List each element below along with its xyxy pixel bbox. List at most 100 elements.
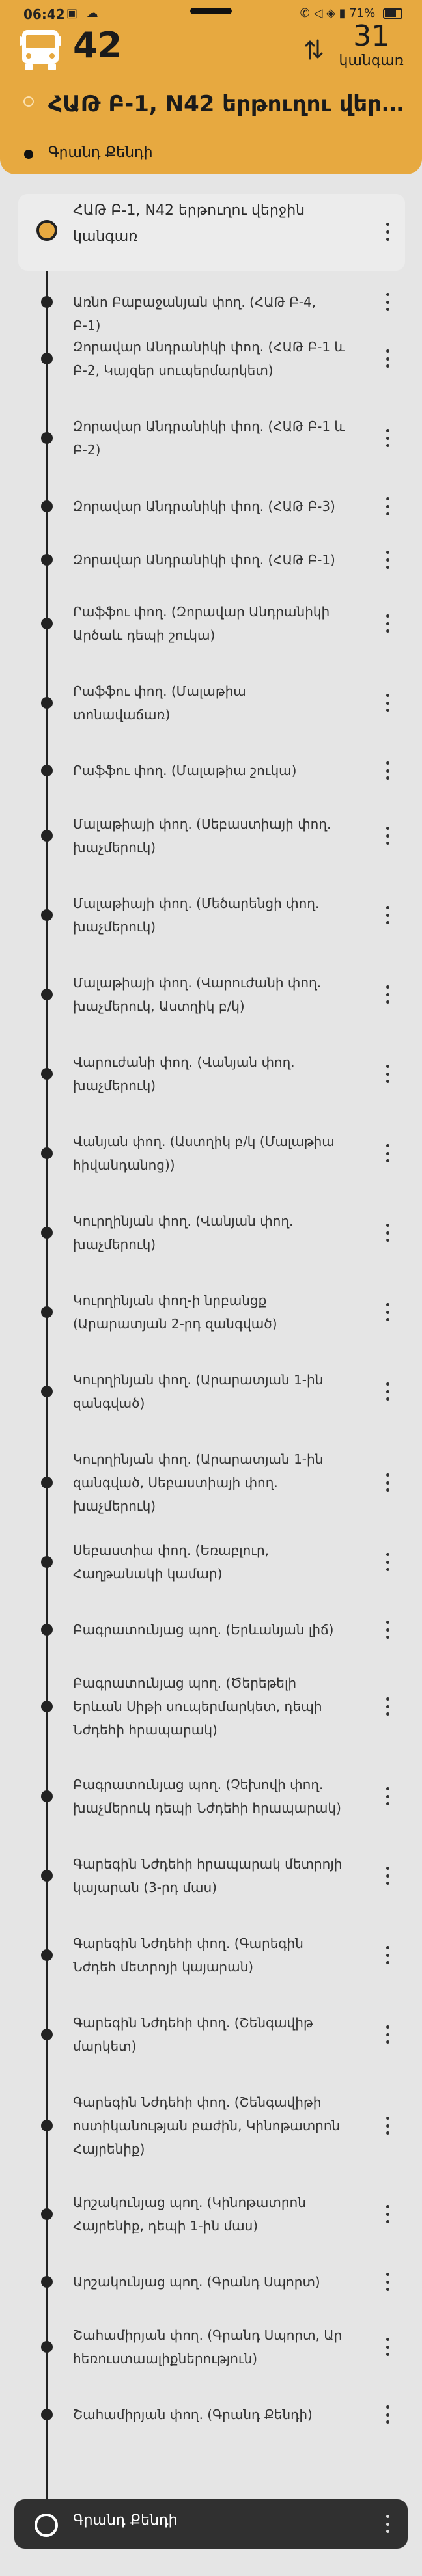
stop-marker-icon xyxy=(41,353,53,364)
route-origin-title: ՀԱԹ Բ-1, N42 երթուղու վերջին կանգառ xyxy=(48,91,413,117)
more-options-icon[interactable] xyxy=(384,983,391,1006)
route-destination: Գրանդ Քենդի xyxy=(48,144,153,161)
stop-name[interactable]: Վարուժանի փող. (Վանյան փող. խաչմերուկ) xyxy=(73,1050,346,1097)
more-options-icon[interactable] xyxy=(384,2335,391,2359)
stop-marker-icon xyxy=(41,1068,53,1080)
more-options-icon[interactable] xyxy=(384,495,391,518)
stop-name[interactable]: Գարեգին Նժդեհի փող. (Շենգավիթի ոստիկանու… xyxy=(73,2090,346,2161)
stop-name[interactable]: Բագրատունյաց պող. (Ծերեթելի Երևան Սիթի ս… xyxy=(73,1671,346,1742)
more-options-icon[interactable] xyxy=(384,612,391,635)
battery-icon xyxy=(383,8,402,19)
more-options-icon[interactable] xyxy=(384,1380,391,1403)
more-options-icon[interactable] xyxy=(384,759,391,782)
stop-name[interactable]: Գարեգին Նժդեհի հրապարակ մետրոյի կայարան … xyxy=(73,1852,346,1899)
more-options-icon[interactable] xyxy=(384,1785,391,1808)
more-options-icon[interactable] xyxy=(384,2114,391,2137)
first-stop-marker-icon xyxy=(36,220,57,241)
battery-percent: 71% xyxy=(349,7,376,20)
stop-name[interactable]: Կուրղինյան փող-ի նրբանցք (Արարատյան 2-րդ… xyxy=(73,1289,346,1336)
route-line xyxy=(46,230,48,2525)
more-options-icon[interactable] xyxy=(384,691,391,715)
stop-name[interactable]: Շահամիրյան փող. (Գրանդ Քենդի) xyxy=(73,2403,346,2426)
stop-name[interactable]: Կուրղինյան փող. (Արարատյան 1-ին զանգված) xyxy=(73,1368,346,1415)
stop-marker-icon xyxy=(41,1790,53,1802)
stop-name[interactable]: Մալաթիայի փող. (Վարուժանի փող. խաչմերուկ… xyxy=(73,971,346,1018)
more-options-icon[interactable] xyxy=(384,1062,391,1086)
stop-name[interactable]: Վանյան փող. (Աստղիկ բ/կ (Մալաթիա հիվանդա… xyxy=(73,1130,346,1177)
more-options-icon[interactable] xyxy=(384,1550,391,1574)
stop-name[interactable]: Արշակունյաց պող. (Գրանդ Սպորտ) xyxy=(73,2270,346,2294)
stop-name[interactable]: Զորավար Անդրանիկի փող. (ՀԱԹ Բ-1 և Բ-2, Կ… xyxy=(73,335,346,382)
more-options-icon[interactable] xyxy=(384,2403,391,2426)
stop-name[interactable]: Բագրատունյաց պող. (Երևանյան լիճ) xyxy=(73,1618,346,1641)
stop-marker-icon xyxy=(41,2208,53,2220)
more-options-icon[interactable] xyxy=(384,347,391,370)
origin-marker-icon xyxy=(23,96,34,107)
more-options-icon[interactable] xyxy=(384,290,391,314)
stop-name[interactable]: Մալաթիայի փող. (Սեբաստիայի փող. խաչմերու… xyxy=(73,812,346,859)
stop-marker-icon xyxy=(41,618,53,629)
stop-marker-icon xyxy=(41,500,53,512)
stop-name[interactable]: Գարեգին Նժդեհի փող. (Շենգավիթ մարկետ) xyxy=(73,2011,346,2058)
stop-marker-icon xyxy=(41,296,53,308)
route-number: 42 xyxy=(73,25,122,66)
more-options-icon[interactable] xyxy=(384,1300,391,1324)
route-header: 06:42 ▣ ☁ ✆ ◁ ◈ ▮ 71% 42 31 կանգառ ՀԱԹ Բ… xyxy=(0,0,422,174)
more-options-icon[interactable] xyxy=(384,1471,391,1494)
camera-notch xyxy=(190,8,232,14)
more-options-icon[interactable] xyxy=(384,1864,391,1887)
stop-name[interactable]: Առնո Բաբաջանյան փող. (ՀԱԹ Բ-4, Բ-1) xyxy=(73,290,346,337)
stop-name[interactable]: Կուրղինյան փող. (Արարատյան 1-ին զանգված,… xyxy=(73,1447,346,1518)
status-indicators: ✆ ◁ ◈ ▮ 71% xyxy=(300,7,402,20)
more-options-icon[interactable] xyxy=(384,1695,391,1718)
more-options-icon[interactable] xyxy=(384,220,391,243)
signal-icons: ✆ ◁ ◈ ▮ xyxy=(300,7,346,20)
stop-name[interactable]: Մալաթիայի փող. (Մեծարենցի փող. խաչմերուկ… xyxy=(73,892,346,939)
more-options-icon[interactable] xyxy=(384,2270,391,2294)
first-stop-name: ՀԱԹ Բ-1, N42 երթուղու վերջին կանգառ xyxy=(73,202,305,245)
stop-name[interactable]: Բագրատունյաց պող. (Չեխովի փող. խաչմերուկ… xyxy=(73,1773,346,1820)
stops-count-label: կանգառ xyxy=(339,53,404,69)
stop-name[interactable]: Զորավար Անդրանիկի փող. (ՀԱԹ Բ-3) xyxy=(73,495,346,518)
more-options-icon[interactable] xyxy=(384,2512,391,2536)
more-options-icon[interactable] xyxy=(384,1221,391,1244)
stop-marker-icon xyxy=(41,830,53,842)
more-options-icon[interactable] xyxy=(384,426,391,450)
more-options-icon[interactable] xyxy=(384,548,391,571)
stop-name[interactable]: Սեբաստիա փող. (Եռաբլուր, Հաղթանակի կամար… xyxy=(73,1539,346,1585)
stop-marker-icon xyxy=(41,2341,53,2353)
more-options-icon[interactable] xyxy=(384,824,391,847)
stop-name[interactable]: Արշակունյաց պող. (Կինոթատրոն Հայրենիք, դ… xyxy=(73,2191,346,2238)
stop-marker-icon xyxy=(41,1701,53,1712)
stop-marker-icon xyxy=(41,1949,53,1961)
stop-name[interactable]: Կուրղինյան փող. (Վանյան փող. խաչմերուկ) xyxy=(73,1209,346,1256)
stop-name[interactable]: Գարեգին Նժդեհի փող. (Գարեգին Նժդեհ մետրո… xyxy=(73,1932,346,1979)
stop-name[interactable]: Շահամիրյան փող. (Գրանդ Սպորտ, Ար հեռուստ… xyxy=(73,2323,346,2370)
stop-marker-icon xyxy=(41,1477,53,1488)
stop-marker-icon xyxy=(41,1306,53,1318)
more-options-icon[interactable] xyxy=(384,903,391,927)
stop-marker-icon xyxy=(41,1227,53,1239)
stop-marker-icon xyxy=(41,2276,53,2288)
stop-marker-icon xyxy=(41,1624,53,1636)
stop-name[interactable]: Զորավար Անդրանիկի փող. (ՀԱԹ Բ-1 և Բ-2) xyxy=(73,415,346,461)
stop-name[interactable]: Րաֆֆու փող. (Մալաթիա շուկա) xyxy=(73,759,346,782)
stop-name[interactable]: Րաֆֆու փող. (Զորավար Անդրանիկի Արծաև դեպ… xyxy=(73,600,346,647)
more-options-icon[interactable] xyxy=(384,2023,391,2046)
more-options-icon[interactable] xyxy=(384,2202,391,2226)
last-stop-marker-icon xyxy=(35,2514,58,2537)
notification-icons: ▣ ☁ xyxy=(66,7,101,20)
more-options-icon[interactable] xyxy=(384,1943,391,1967)
stop-marker-icon xyxy=(41,909,53,921)
stops-count: 31 կանգառ xyxy=(339,21,404,70)
stop-marker-icon xyxy=(41,697,53,709)
swap-direction-icon[interactable] xyxy=(303,36,324,62)
stop-marker-icon xyxy=(41,765,53,776)
more-options-icon[interactable] xyxy=(384,1142,391,1165)
more-options-icon[interactable] xyxy=(384,1618,391,1641)
stop-name[interactable]: Զորավար Անդրանիկի փող. (ՀԱԹ Բ-1) xyxy=(73,548,346,571)
stop-marker-icon xyxy=(41,2029,53,2040)
stop-name[interactable]: Րաֆֆու փող. (Մալաթիա տոնավաճառ) xyxy=(73,679,346,726)
stop-marker-icon xyxy=(41,554,53,566)
stop-marker-icon xyxy=(41,1386,53,1397)
